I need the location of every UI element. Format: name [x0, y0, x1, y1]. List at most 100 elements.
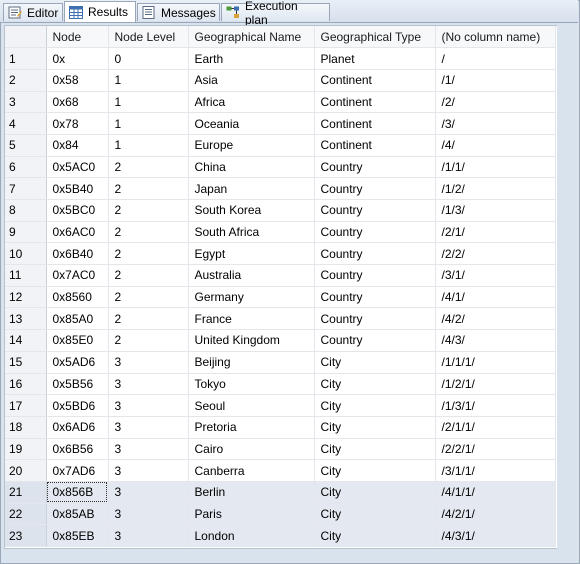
node-cell[interactable]: 0x8560 [46, 286, 109, 309]
node-level-cell[interactable]: 2 [108, 329, 189, 352]
node-level-cell[interactable]: 1 [108, 112, 189, 135]
node-level-cell[interactable]: 3 [108, 524, 189, 547]
node-cell[interactable]: 0x68 [46, 91, 109, 114]
table-row[interactable]: 22 0x85AB 3 Paris City/4/2/1/ [5, 503, 556, 526]
geographical-type-cell[interactable]: Country [314, 199, 436, 222]
node-cell[interactable]: 0x6B56 [46, 438, 109, 461]
table-row[interactable]: 16 0x5B56 3 Tokyo City/1/2/1/ [5, 373, 556, 396]
row-number[interactable]: 3 [5, 91, 47, 114]
path-cell[interactable]: /2/ [435, 91, 556, 114]
path-cell[interactable]: /2/2/ [435, 242, 556, 266]
node-cell[interactable]: 0x84 [46, 134, 109, 157]
path-cell[interactable]: /2/1/1/ [435, 416, 556, 439]
path-cell[interactable]: /4/3/ [435, 329, 556, 352]
node-cell[interactable]: 0x5AD6 [46, 351, 109, 374]
geographical-type-cell[interactable]: Continent [314, 134, 436, 157]
row-number[interactable]: 19 [5, 438, 47, 461]
table-row[interactable]: 20 0x7AD6 3 Canberra City/3/1/1/ [5, 459, 556, 482]
node-level-cell[interactable]: 3 [108, 503, 189, 526]
geographical-type-cell[interactable]: Continent [314, 91, 436, 114]
path-cell[interactable]: /2/1/ [435, 221, 556, 244]
node-level-cell[interactable]: 1 [108, 134, 189, 157]
row-number[interactable]: 11 [5, 264, 47, 287]
geographical-type-cell[interactable]: City [314, 481, 436, 504]
node-level-cell[interactable]: 3 [108, 416, 189, 439]
node-cell[interactable]: 0x85EB [46, 524, 109, 547]
row-number[interactable]: 4 [5, 112, 47, 135]
node-level-cell[interactable]: 2 [108, 242, 189, 266]
table-row[interactable]: 5 0x84 1 Europe Continent/4/ [5, 134, 556, 157]
node-level-cell[interactable]: 2 [108, 177, 189, 200]
node-cell[interactable]: 0x [46, 47, 109, 70]
path-cell[interactable]: / [435, 47, 556, 70]
node-level-cell[interactable]: 3 [108, 481, 189, 504]
geographical-type-cell[interactable]: City [314, 459, 436, 482]
node-level-cell[interactable]: 2 [108, 264, 189, 287]
row-number[interactable]: 22 [5, 503, 47, 526]
node-cell[interactable]: 0x6B40 [46, 242, 109, 266]
row-number[interactable]: 5 [5, 134, 47, 157]
geographical-name-cell[interactable]: London [188, 524, 315, 547]
row-number[interactable]: 6 [5, 156, 47, 179]
path-cell[interactable]: /3/ [435, 112, 556, 135]
node-cell[interactable]: 0x5B56 [46, 373, 109, 396]
table-row[interactable]: 7 0x5B40 2 Japan Country/1/2/ [5, 177, 556, 200]
geographical-name-cell[interactable]: Earth [188, 47, 315, 70]
table-row[interactable]: 14 0x85E0 2 United Kingdom Country/4/3/ [5, 329, 556, 352]
path-cell[interactable]: /1/2/1/ [435, 373, 556, 396]
geographical-type-cell[interactable]: Country [314, 156, 436, 179]
row-number[interactable]: 16 [5, 373, 47, 396]
node-level-cell[interactable]: 3 [108, 394, 189, 417]
row-number[interactable]: 1 [5, 47, 47, 70]
node-cell[interactable]: 0x85E0 [46, 329, 109, 352]
node-cell[interactable]: 0x5BD6 [46, 394, 109, 417]
node-level-cell[interactable]: 0 [108, 47, 189, 70]
table-row[interactable]: 11 0x7AC0 2 Australia Country/3/1/ [5, 264, 556, 287]
table-row[interactable]: 3 0x68 1 Africa Continent/2/ [5, 91, 556, 114]
geographical-name-cell[interactable]: Canberra [188, 459, 315, 482]
tab-messages[interactable]: Messages [137, 3, 220, 21]
geographical-name-cell[interactable]: France [188, 307, 315, 331]
row-number[interactable]: 13 [5, 307, 47, 331]
geographical-name-cell[interactable]: United Kingdom [188, 329, 315, 352]
row-number[interactable]: 7 [5, 177, 47, 200]
geographical-name-cell[interactable]: Seoul [188, 394, 315, 417]
node-level-cell[interactable]: 2 [108, 221, 189, 244]
geographical-type-cell[interactable]: Country [314, 177, 436, 200]
node-cell[interactable]: 0x7AC0 [46, 264, 109, 287]
table-row[interactable]: 8 0x5BC0 2 South Korea Country/1/3/ [5, 199, 556, 222]
geographical-name-cell[interactable]: South Africa [188, 221, 315, 244]
table-row[interactable]: 12 0x8560 2 Germany Country/4/1/ [5, 286, 556, 309]
column-header-node[interactable]: Node [46, 26, 109, 49]
table-row[interactable]: 10 0x6B40 2 Egypt Country/2/2/ [5, 242, 556, 266]
row-number[interactable]: 9 [5, 221, 47, 244]
row-number[interactable]: 23 [5, 524, 47, 547]
geographical-name-cell[interactable]: Oceania [188, 112, 315, 135]
path-cell[interactable]: /4/1/1/ [435, 481, 556, 504]
tab-editor[interactable]: Editor [3, 3, 63, 21]
node-level-cell[interactable]: 2 [108, 199, 189, 222]
path-cell[interactable]: /4/2/1/ [435, 503, 556, 526]
path-cell[interactable]: /4/ [435, 134, 556, 157]
node-cell[interactable]: 0x5AC0 [46, 156, 109, 179]
geographical-name-cell[interactable]: Tokyo [188, 373, 315, 396]
row-number[interactable]: 15 [5, 351, 47, 374]
row-number[interactable]: 10 [5, 242, 47, 266]
column-header-geographical-name[interactable]: Geographical Name [188, 26, 315, 49]
node-cell[interactable]: 0x6AD6 [46, 416, 109, 439]
geographical-name-cell[interactable]: Paris [188, 503, 315, 526]
row-number[interactable]: 8 [5, 199, 47, 222]
row-number[interactable]: 12 [5, 286, 47, 309]
column-header-geographical-type[interactable]: Geographical Type [314, 26, 436, 49]
geographical-type-cell[interactable]: Country [314, 221, 436, 244]
node-cell[interactable]: 0x5B40 [46, 177, 109, 200]
node-level-cell[interactable]: 2 [108, 156, 189, 179]
node-cell[interactable]: 0x78 [46, 112, 109, 135]
corner-cell[interactable] [5, 26, 47, 49]
path-cell[interactable]: /4/2/ [435, 307, 556, 331]
row-number[interactable]: 20 [5, 459, 47, 482]
row-number[interactable]: 18 [5, 416, 47, 439]
geographical-type-cell[interactable]: Country [314, 242, 436, 266]
node-cell[interactable]: 0x5BC0 [46, 199, 109, 222]
path-cell[interactable]: /4/3/1/ [435, 524, 556, 547]
